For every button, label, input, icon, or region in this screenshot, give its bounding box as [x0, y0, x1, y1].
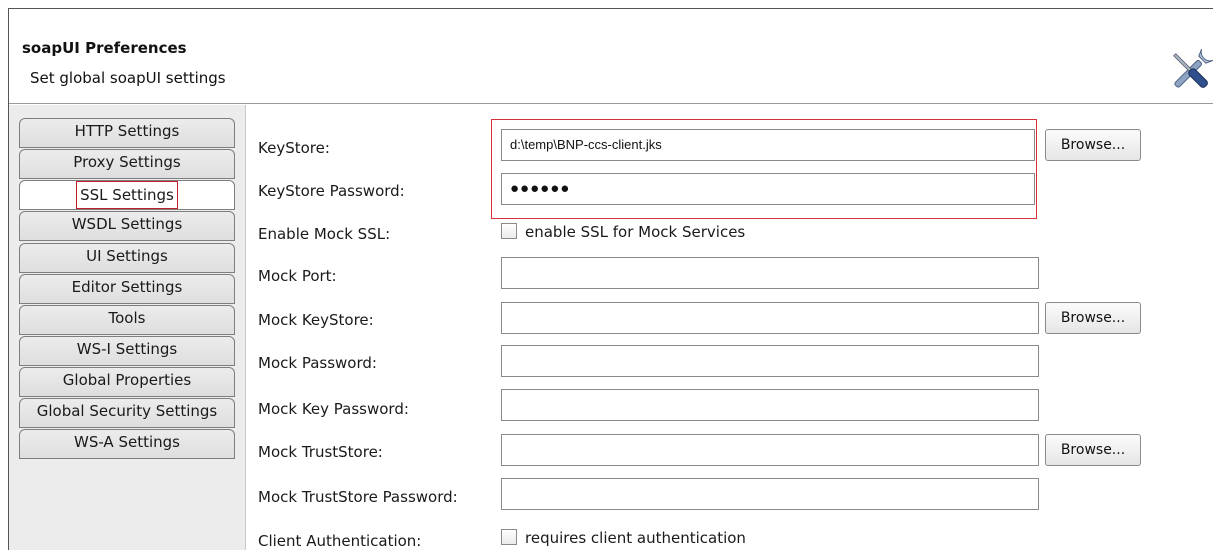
tab-wsdl-settings[interactable]: WSDL Settings — [19, 211, 235, 241]
mock-keystore-field[interactable] — [501, 302, 1039, 334]
tab-label: Global Security Settings — [36, 402, 218, 420]
dialog-subtitle: Set global soapUI settings — [30, 69, 226, 87]
tab-global-security-settings[interactable]: Global Security Settings — [19, 398, 235, 428]
mock-keystore-browse-button[interactable]: Browse... — [1045, 302, 1141, 334]
enable-mock-ssl-checkbox[interactable] — [501, 223, 517, 239]
tab-global-properties[interactable]: Global Properties — [19, 367, 235, 397]
keystore-password-field[interactable]: ●●●●●● — [501, 173, 1035, 205]
tab-label: Tools — [108, 309, 146, 327]
mock-password-label: Mock Password: — [258, 354, 377, 372]
mock-key-password-label: Mock Key Password: — [258, 400, 409, 418]
client-authentication-label: Client Authentication: — [258, 532, 422, 550]
mock-truststore-password-label: Mock TrustStore Password: — [258, 488, 458, 506]
tab-label: Proxy Settings — [73, 153, 181, 171]
mock-truststore-password-field[interactable] — [501, 478, 1039, 510]
dialog-content: HTTP Settings Proxy Settings SSL Setting… — [9, 105, 1213, 550]
tab-editor-settings[interactable]: Editor Settings — [19, 274, 235, 304]
tab-label: UI Settings — [86, 247, 168, 265]
mock-truststore-browse-button[interactable]: Browse... — [1045, 434, 1141, 466]
keystore-password-label: KeyStore Password: — [258, 182, 405, 200]
mock-password-field[interactable] — [501, 345, 1039, 377]
mock-port-field[interactable] — [501, 257, 1039, 289]
mock-port-label: Mock Port: — [258, 267, 337, 285]
keystore-browse-button[interactable]: Browse... — [1045, 129, 1141, 161]
keystore-field[interactable]: d:\temp\BNP-ccs-client.jks — [501, 129, 1035, 161]
enable-mock-ssl-row: enable SSL for Mock Services — [501, 223, 745, 241]
tab-proxy-settings[interactable]: Proxy Settings — [19, 149, 235, 179]
tools-icon — [1173, 48, 1213, 88]
tab-label: WS-I Settings — [76, 340, 178, 358]
client-authentication-checkbox[interactable] — [501, 529, 517, 545]
tab-label: SSL Settings — [76, 181, 178, 209]
dialog-title: soapUI Preferences — [22, 39, 187, 57]
client-authentication-checkbox-label: requires client authentication — [525, 529, 746, 547]
tab-tools[interactable]: Tools — [19, 305, 235, 335]
mock-truststore-field[interactable] — [501, 434, 1039, 466]
preferences-dialog: soapUI Preferences Set global soapUI set… — [8, 8, 1213, 550]
tab-label: WS-A Settings — [74, 433, 180, 451]
tab-ws-a-settings[interactable]: WS-A Settings — [19, 429, 235, 459]
tab-label: HTTP Settings — [74, 122, 180, 140]
client-authentication-row: requires client authentication — [501, 529, 746, 547]
enable-mock-ssl-label: Enable Mock SSL: — [258, 225, 391, 243]
enable-mock-ssl-checkbox-label: enable SSL for Mock Services — [525, 223, 746, 241]
tab-http-settings[interactable]: HTTP Settings — [19, 118, 235, 148]
tab-ssl-settings[interactable]: SSL Settings — [19, 180, 235, 210]
mock-key-password-field[interactable] — [501, 389, 1039, 421]
settings-tab-panel: HTTP Settings Proxy Settings SSL Setting… — [9, 105, 246, 550]
tab-label: Editor Settings — [71, 278, 183, 296]
mock-keystore-label: Mock KeyStore: — [258, 311, 374, 329]
tab-ui-settings[interactable]: UI Settings — [19, 243, 235, 273]
tab-label: Global Properties — [62, 371, 192, 389]
mock-truststore-label: Mock TrustStore: — [258, 443, 383, 461]
dialog-header: soapUI Preferences Set global soapUI set… — [9, 9, 1213, 104]
keystore-label: KeyStore: — [258, 139, 330, 157]
tab-label: WSDL Settings — [71, 215, 183, 233]
tab-ws-i-settings[interactable]: WS-I Settings — [19, 336, 235, 366]
